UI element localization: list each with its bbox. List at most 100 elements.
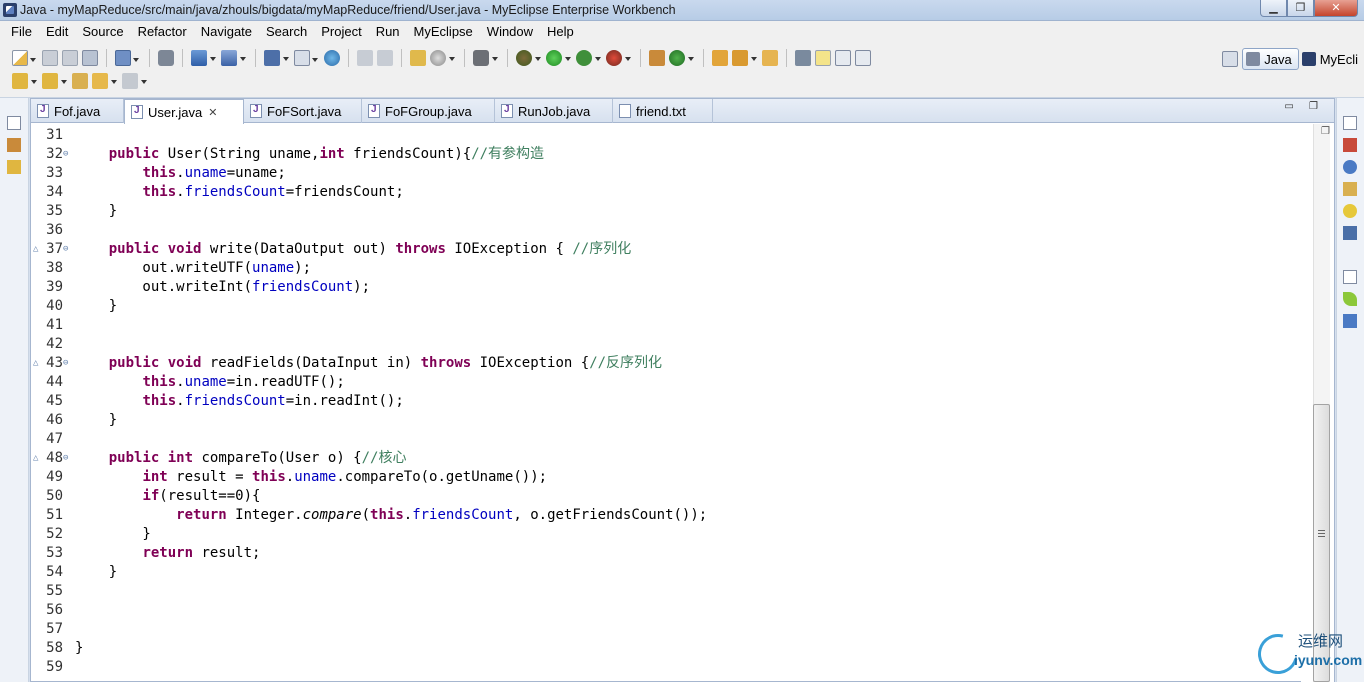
code-line[interactable]: 33 this.uname=uname;	[31, 164, 1301, 183]
close-button[interactable]: ✕	[1314, 0, 1358, 17]
toggle-mark-occurrences-icon[interactable]	[795, 50, 811, 66]
code-line[interactable]: 39 out.writeInt(friendsCount);	[31, 278, 1301, 297]
menu-myeclipse[interactable]: MyEclipse	[407, 24, 480, 39]
globe-icon[interactable]	[324, 50, 340, 66]
package-explorer-icon[interactable]	[7, 138, 21, 152]
code-line[interactable]: 48 △ ⊖ public int compareTo(User o) {//核心	[31, 449, 1301, 468]
db-browser-icon[interactable]	[264, 50, 289, 66]
menu-window[interactable]: Window	[480, 24, 540, 39]
code-area[interactable]: 31 32 ⊖ public User(String uname,int frien…	[31, 124, 1301, 682]
code-line[interactable]: 49 int result = this.uname.compareTo(o.g…	[31, 468, 1301, 487]
prev-annotation-icon[interactable]	[42, 73, 67, 89]
restore-icon[interactable]	[7, 116, 21, 130]
code-line[interactable]: 38 out.writeUTF(uname);	[31, 259, 1301, 278]
restore-icon[interactable]	[1343, 116, 1357, 130]
copy-icon[interactable]	[377, 50, 393, 66]
server-icon[interactable]	[221, 50, 246, 66]
new-java-project-icon[interactable]	[115, 50, 139, 66]
forward-icon[interactable]	[122, 73, 147, 89]
code-line[interactable]: 44 this.uname=in.readUTF();	[31, 373, 1301, 392]
new-file-icon[interactable]	[294, 50, 318, 66]
outline-icon[interactable]	[1343, 314, 1357, 328]
tab-friend-txt[interactable]: friend.txt	[613, 99, 713, 123]
open-task-icon[interactable]	[732, 50, 757, 66]
minimize-button[interactable]: ▁	[1260, 0, 1287, 17]
code-line[interactable]: 31	[31, 126, 1301, 145]
code-line[interactable]: 47	[31, 430, 1301, 449]
close-tab-icon[interactable]: ✕	[208, 106, 217, 119]
open-console-icon[interactable]	[158, 50, 174, 66]
new-icon[interactable]	[12, 50, 36, 66]
camera-icon[interactable]	[473, 50, 498, 66]
code-line[interactable]: 34 this.friendsCount=friendsCount;	[31, 183, 1301, 202]
code-line[interactable]: 45 this.friendsCount=in.readInt();	[31, 392, 1301, 411]
code-line[interactable]: 41	[31, 316, 1301, 335]
run-coverage-icon[interactable]	[576, 50, 601, 66]
console-icon[interactable]	[1343, 226, 1357, 240]
open-perspective-icon[interactable]	[1222, 51, 1239, 67]
problems-icon[interactable]	[1343, 138, 1357, 152]
print-icon[interactable]	[82, 50, 98, 66]
code-line[interactable]: 59	[31, 658, 1301, 677]
code-line[interactable]: 35 }	[31, 202, 1301, 221]
restore-icon[interactable]	[1343, 270, 1357, 284]
menu-search[interactable]: Search	[259, 24, 314, 39]
back-icon[interactable]	[92, 73, 117, 89]
java-perspective-button[interactable]: Java	[1242, 48, 1299, 70]
code-line[interactable]: 32 ⊖ public User(String uname,int friends…	[31, 145, 1301, 164]
new-package-icon[interactable]	[649, 50, 665, 66]
code-line[interactable]: 56	[31, 601, 1301, 620]
maximize-button[interactable]: ❐	[1287, 0, 1314, 17]
code-line[interactable]: 52 }	[31, 525, 1301, 544]
code-line[interactable]: 53 return result;	[31, 544, 1301, 563]
hierarchy-icon[interactable]	[7, 160, 21, 174]
open-folder-icon[interactable]	[762, 50, 778, 66]
cut-icon[interactable]	[357, 50, 373, 66]
last-edit-location-icon[interactable]	[72, 73, 88, 89]
tab-fofgroup-java[interactable]: FoFGroup.java	[362, 99, 495, 123]
menu-project[interactable]: Project	[314, 24, 368, 39]
tab-fof-java[interactable]: Fof.java	[31, 99, 124, 123]
code-line[interactable]: 40 }	[31, 297, 1301, 316]
code-line[interactable]: 55	[31, 582, 1301, 601]
code-line[interactable]: 43 △ ⊖ public void readFields(DataInput in…	[31, 354, 1301, 373]
tab-fofsort-java[interactable]: FoFSort.java	[244, 99, 362, 123]
servers-icon[interactable]	[1343, 204, 1357, 218]
menu-refactor[interactable]: Refactor	[131, 24, 194, 39]
tab-runjob-java[interactable]: RunJob.java	[495, 99, 613, 123]
code-line[interactable]: 51 return Integer.compare(this.friendsCo…	[31, 506, 1301, 525]
save-all-icon[interactable]	[62, 50, 78, 66]
toggle-highlight-icon[interactable]	[815, 50, 831, 66]
menu-edit[interactable]: Edit	[39, 24, 75, 39]
code-line[interactable]: 37 △ ⊖ public void write(DataOutput out) t…	[31, 240, 1301, 259]
vertical-scrollbar[interactable]: ❐	[1301, 124, 1334, 682]
new-class-icon[interactable]	[410, 50, 426, 66]
debug-icon[interactable]	[516, 50, 541, 66]
outline-leaf-icon[interactable]	[1343, 292, 1357, 306]
code-line[interactable]: 57	[31, 620, 1301, 639]
deploy-icon[interactable]	[191, 50, 216, 66]
menu-navigate[interactable]: Navigate	[194, 24, 259, 39]
fold-toggle-icon[interactable]: ⊖	[63, 449, 71, 468]
run-icon[interactable]	[546, 50, 571, 66]
fold-toggle-icon[interactable]: ⊖	[63, 145, 71, 164]
toggle-block-selection-icon[interactable]	[835, 50, 851, 66]
show-whitespace-icon[interactable]	[855, 50, 871, 66]
external-tools-icon[interactable]	[606, 50, 631, 66]
open-type-icon[interactable]	[712, 50, 728, 66]
code-line[interactable]: 50 if(result==0){	[31, 487, 1301, 506]
menu-help[interactable]: Help	[540, 24, 581, 39]
new-java-class-icon[interactable]	[669, 50, 694, 66]
menu-source[interactable]: Source	[75, 24, 130, 39]
tab-user-java[interactable]: User.java ✕	[124, 99, 244, 124]
editor-min-max-controls[interactable]: ▭ ❐	[1284, 101, 1324, 112]
code-line[interactable]: 42	[31, 335, 1301, 354]
myeclipse-perspective-button[interactable]: MyEcli	[1299, 48, 1364, 70]
code-line[interactable]: 58}	[31, 639, 1301, 658]
save-icon[interactable]	[42, 50, 58, 66]
fold-toggle-icon[interactable]: ⊖	[63, 240, 71, 259]
menu-file[interactable]: File	[4, 24, 39, 39]
declaration-icon[interactable]	[1343, 182, 1357, 196]
search-icon[interactable]	[430, 50, 455, 66]
next-annotation-icon[interactable]	[12, 73, 37, 89]
